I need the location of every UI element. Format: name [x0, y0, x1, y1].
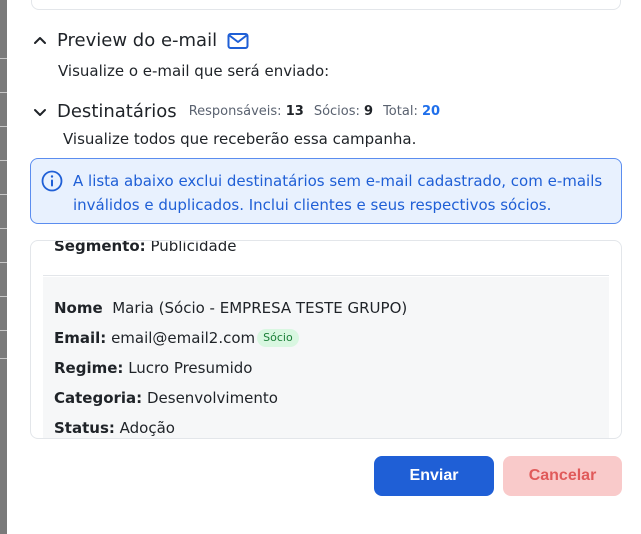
preview-section-subtitle: Visualize o e-mail que será enviado:	[58, 62, 330, 80]
name-label: Nome	[54, 299, 103, 317]
total-count: Total: 20	[383, 104, 440, 119]
record-divider	[43, 275, 609, 276]
responsaveis-label: Responsáveis:	[188, 104, 282, 119]
total-label: Total:	[383, 104, 418, 119]
email-value: email@email2.com	[111, 329, 256, 347]
preview-section-header[interactable]: Preview do e-mail	[31, 30, 249, 51]
total-value: 20	[421, 104, 441, 119]
socios-count: Sócios: 9	[314, 104, 373, 119]
chevron-down-icon[interactable]	[31, 103, 49, 121]
record-regime-row: Regime: Lucro Presumido	[54, 353, 598, 383]
preview-section-title: Preview do e-mail	[57, 30, 218, 51]
edge-tick	[0, 126, 7, 127]
recipients-section-header[interactable]: Destinatários Responsáveis: 13 Sócios: 9…	[31, 101, 440, 122]
previous-record-segment: Segmento: Publicidade	[54, 240, 237, 255]
segment-label: Segmento:	[54, 240, 146, 255]
record-status-row: Status: Adoção	[54, 413, 598, 438]
info-icon	[41, 170, 63, 192]
status-label: Status:	[54, 419, 115, 437]
recipients-section-title: Destinatários	[57, 101, 177, 122]
edge-tick	[0, 358, 7, 359]
edge-tick	[0, 92, 7, 93]
previous-section-card	[31, 0, 621, 10]
mail-icon	[227, 32, 249, 49]
edge-tick	[0, 194, 7, 195]
recipient-list[interactable]: Segmento: Publicidade Nome Maria (Sócio …	[30, 240, 622, 439]
segment-value: Publicidade	[150, 240, 237, 255]
record-categoria-row: Categoria: Desenvolvimento	[54, 383, 598, 413]
edge-tick	[0, 262, 7, 263]
regime-value: Lucro Presumido	[128, 359, 253, 377]
responsaveis-value: 13	[285, 104, 304, 119]
send-button[interactable]: Enviar	[374, 456, 494, 496]
info-line-1: A lista abaixo exclui destinatários sem …	[73, 172, 603, 190]
info-banner-text: A lista abaixo exclui destinatários sem …	[73, 169, 603, 214]
socios-value: 9	[364, 104, 374, 119]
socio-badge: Sócio	[257, 329, 299, 347]
campaign-side-panel: Preview do e-mail Visualize o e-mail que…	[7, 0, 641, 534]
edge-tick	[0, 330, 7, 331]
record-name-row: Nome Maria (Sócio - EMPRESA TESTE GRUPO)	[54, 293, 598, 323]
status-value: Adoção	[119, 419, 175, 437]
chevron-up-icon[interactable]	[31, 32, 49, 50]
info-line-2: inválidos e duplicados. Inclui clientes …	[73, 196, 552, 214]
recipient-record: Nome Maria (Sócio - EMPRESA TESTE GRUPO)…	[43, 277, 609, 438]
regime-label: Regime:	[54, 359, 124, 377]
info-banner: A lista abaixo exclui destinatários sem …	[30, 158, 622, 224]
responsaveis-count: Responsáveis: 13	[189, 104, 304, 119]
categoria-label: Categoria:	[54, 389, 143, 407]
name-value: Maria (Sócio - EMPRESA TESTE GRUPO)	[112, 299, 408, 317]
email-label: Email:	[54, 329, 107, 347]
edge-tick	[0, 228, 7, 229]
record-email-row: Email: email@email2.com Sócio	[54, 323, 598, 353]
edge-tick	[0, 296, 7, 297]
socios-label: Sócios:	[313, 104, 360, 119]
background-page-edge	[0, 0, 7, 534]
recipients-section-subtitle: Visualize todos que receberão essa campa…	[63, 130, 417, 148]
edge-tick	[0, 160, 7, 161]
cancel-button[interactable]: Cancelar	[503, 456, 622, 496]
recipient-counts: Responsáveis: 13 Sócios: 9 Total: 20	[189, 104, 440, 119]
edge-tick	[0, 58, 7, 59]
categoria-value: Desenvolvimento	[146, 389, 278, 407]
